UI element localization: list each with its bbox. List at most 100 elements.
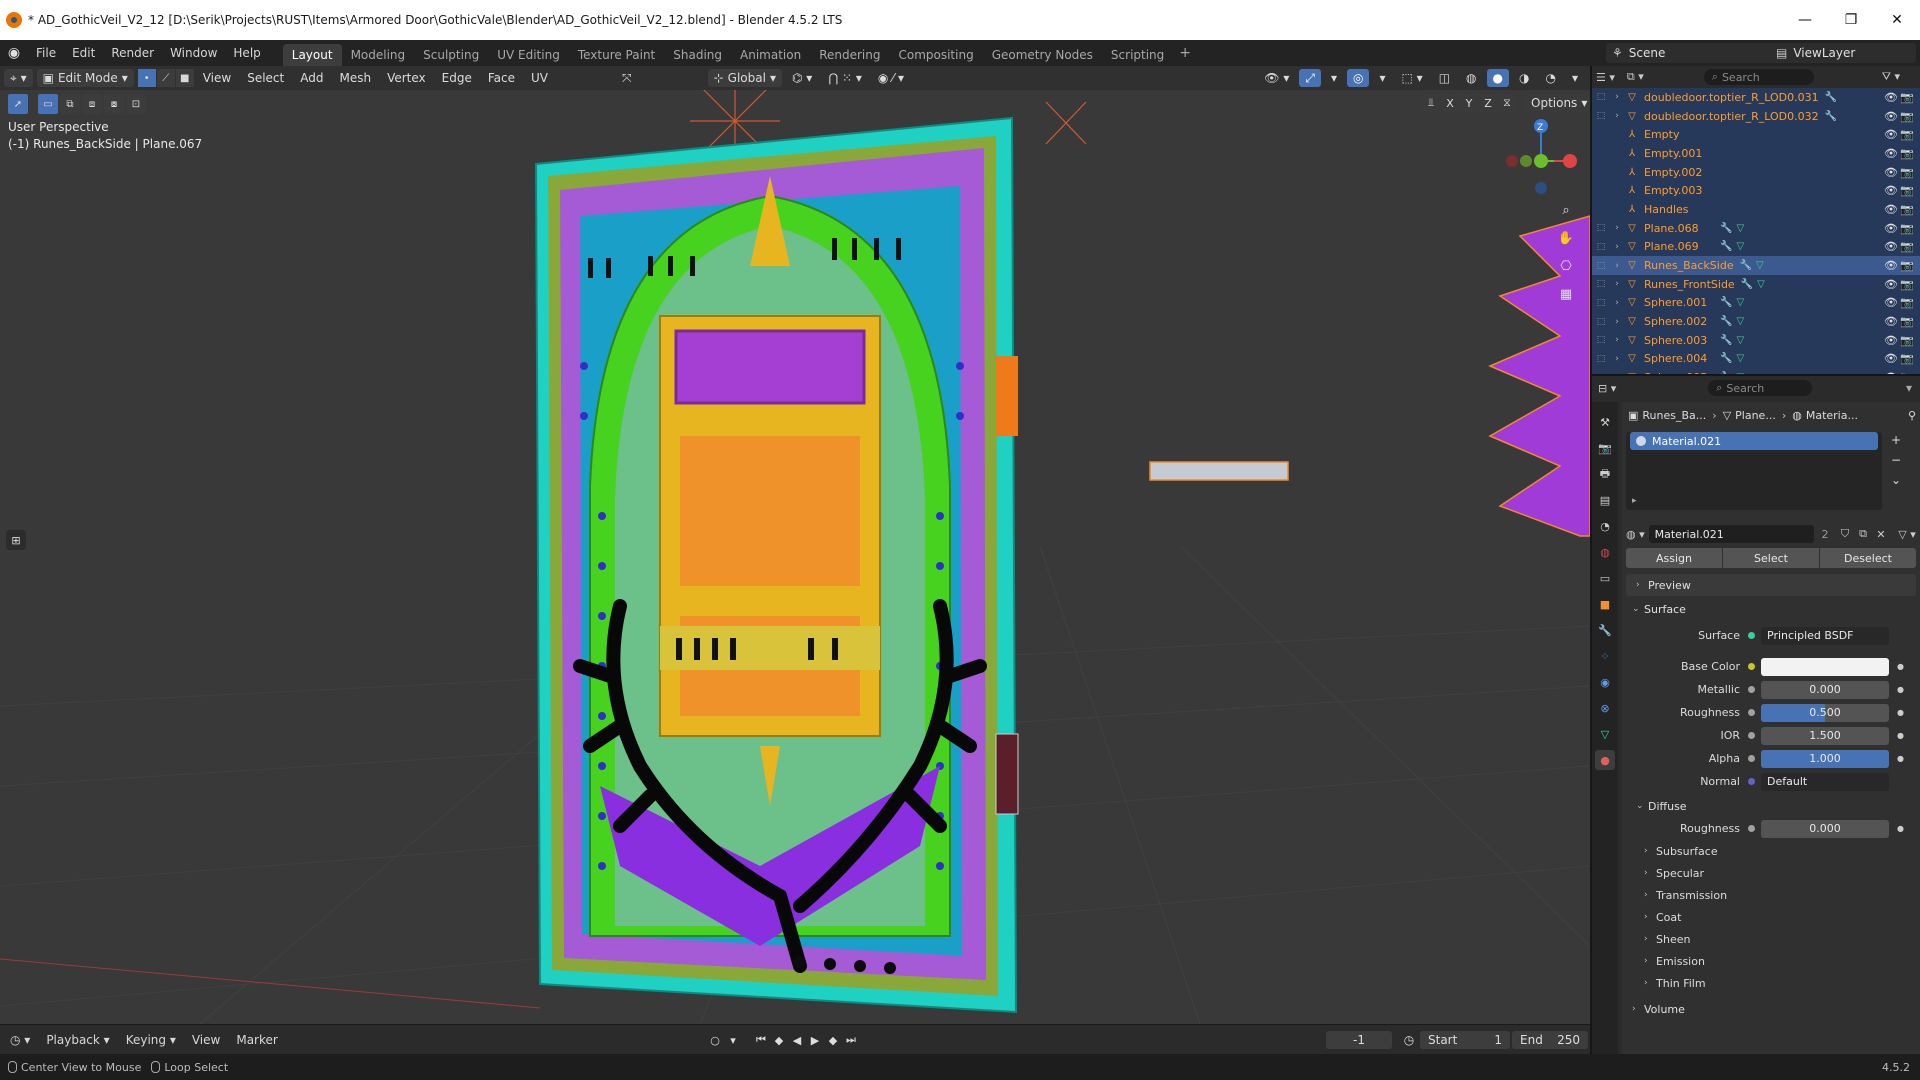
prop-value-field[interactable] (1761, 657, 1889, 676)
expand-arrow-icon[interactable]: › (1610, 354, 1624, 364)
expand-arrow-icon[interactable]: › (1610, 317, 1624, 327)
modifier-icon[interactable]: 🔧 (1825, 92, 1837, 103)
toolbar-toggle-icon[interactable]: ⊞ (6, 530, 26, 550)
keyframe-dot-icon[interactable]: ● (1897, 662, 1904, 671)
menu-help[interactable]: Help (225, 40, 268, 66)
menu-uv[interactable]: UV (523, 71, 556, 85)
mesh-data-icon[interactable]: ▽ (1736, 223, 1744, 234)
mirror-icon[interactable]: ⫫ (1422, 94, 1440, 112)
render-camera-icon[interactable]: 📷 (1900, 110, 1914, 123)
material-tab-icon[interactable]: ● (1595, 750, 1615, 770)
outliner-row[interactable]: ⬚ › ▽ Plane.068 🔧 ▽ 👁 📷 (1592, 219, 1920, 238)
outliner-row[interactable]: ⅄ Empty 👁 📷 (1592, 125, 1920, 144)
outliner-row[interactable]: ⬚ › ▽ Plane.069 🔧 ▽ 👁 📷 (1592, 238, 1920, 257)
mesh-data-icon[interactable]: ▽ (1736, 335, 1744, 346)
scene-render[interactable] (0, 66, 1590, 1024)
prop-value-field[interactable]: 0.500 (1761, 703, 1889, 722)
material-users-count[interactable]: 2 (1814, 528, 1836, 541)
auto-merge-icon[interactable]: ⧖ (1498, 94, 1516, 112)
minimize-button[interactable]: — (1782, 0, 1828, 40)
menu-select[interactable]: Select (239, 71, 292, 85)
properties-editor-icon[interactable]: ⊟ ▾ (1598, 382, 1616, 395)
material-name-field[interactable]: Material.021 (1648, 525, 1814, 543)
fake-user-icon[interactable]: ⛉ (1836, 527, 1854, 541)
workspace-tab-uv-editing[interactable]: UV Editing (488, 44, 569, 66)
edit-mode-toggle-icon[interactable]: ⬚ (1592, 92, 1610, 102)
filter-icon[interactable]: ⛛ ▾ (1882, 70, 1900, 84)
visibility-eye-icon[interactable]: 👁 (1884, 91, 1898, 104)
orientation-dropdown[interactable]: ⊹ Global ▾ (707, 69, 782, 87)
visibility-eye-icon[interactable]: 👁 (1884, 184, 1898, 197)
timeline-keying-menu[interactable]: Keying ▾ (118, 1033, 184, 1047)
expand-arrow-icon[interactable]: › (1610, 92, 1624, 102)
expand-arrow-icon[interactable]: › (1610, 298, 1624, 308)
workspace-tab-animation[interactable]: Animation (731, 44, 810, 66)
edit-mode-toggle-icon[interactable]: ⬚ (1592, 279, 1610, 289)
render-camera-icon[interactable]: 📷 (1900, 203, 1914, 216)
view-layer-tab-icon[interactable]: ▤ (1595, 490, 1615, 510)
visibility-eye-icon[interactable]: 👁 (1884, 334, 1898, 347)
outliner-row[interactable]: ⅄ Empty.001 👁 📷 (1592, 144, 1920, 163)
subpanel-sheen[interactable]: › Sheen (1622, 928, 1920, 950)
outliner-row[interactable]: ⬚ › ▽ Runes_FrontSide 🔧 ▽ 👁 📷 (1592, 275, 1920, 294)
render-camera-icon[interactable]: 📷 (1900, 147, 1914, 160)
camera-view-icon[interactable]: ⎔ (1554, 254, 1578, 278)
3d-viewport[interactable]: ⌖ ▾ ▣ Edit Mode ▾ • ⟋ ■ View Select Add … (0, 66, 1590, 1024)
transform-pivot-icon[interactable]: ⤧ (616, 69, 638, 87)
visibility-eye-icon[interactable]: 👁 (1884, 240, 1898, 253)
gizmo-dropdown-icon[interactable]: ▾ (1325, 69, 1343, 87)
viewlayer-field[interactable]: ▤ ViewLayer (1770, 43, 1916, 63)
edit-mode-toggle-icon[interactable]: ⬚ (1592, 354, 1610, 364)
outliner-item-name[interactable]: Plane.069 (1644, 240, 1714, 253)
breadcrumb-material[interactable]: Materia... (1806, 409, 1858, 422)
render-camera-icon[interactable]: 📷 (1900, 184, 1914, 197)
socket-icon[interactable] (1748, 755, 1755, 762)
expand-arrow-icon[interactable]: › (1610, 335, 1624, 345)
edit-mode-toggle-icon[interactable]: ⬚ (1592, 242, 1610, 252)
zoom-icon[interactable]: ⌕ (1554, 198, 1578, 222)
mesh-data-icon[interactable]: ▽ (1736, 297, 1744, 308)
outliner-row[interactable]: ⬚ › ▽ doubledoor.toptier_R_LOD0.031 🔧 👁 📷 (1592, 88, 1920, 107)
play-reverse-icon[interactable]: ◀ (788, 1031, 806, 1049)
pan-hand-icon[interactable]: ✋ (1554, 226, 1578, 250)
visibility-eye-icon[interactable]: 👁 (1884, 203, 1898, 216)
outliner-item-name[interactable]: Empty (1644, 128, 1714, 141)
editor-type-button[interactable]: ⌖ ▾ (4, 69, 33, 87)
socket-icon[interactable] (1748, 686, 1755, 693)
slot-menu-icon[interactable]: ⌄ (1888, 472, 1904, 488)
clock-icon[interactable]: ◷ (1400, 1031, 1418, 1049)
breadcrumb-mesh[interactable]: Plane... (1735, 409, 1776, 422)
outliner-item-name[interactable]: Handles (1644, 203, 1714, 216)
select-extend-icon[interactable]: ⧉ (60, 94, 80, 114)
socket-icon[interactable] (1748, 732, 1755, 739)
mesh-data-icon[interactable]: ▽ (1736, 241, 1744, 252)
outliner-item-name[interactable]: Sphere.004 (1644, 352, 1714, 365)
outliner-item-name[interactable]: Sphere.003 (1644, 334, 1714, 347)
outliner-row[interactable]: ⬚ › ▽ Runes_BackSide 🔧 ▽ 👁 📷 (1592, 256, 1920, 275)
menu-render[interactable]: Render (103, 40, 162, 66)
options-dropdown[interactable]: Options ▾ (1523, 94, 1590, 112)
surface-shader-field[interactable]: Principled BSDF (1761, 626, 1889, 645)
edit-mode-toggle-icon[interactable]: ⬚ (1592, 335, 1610, 345)
timeline-playback-menu[interactable]: Playback ▾ (38, 1033, 117, 1047)
render-camera-icon[interactable]: 📷 (1900, 222, 1914, 235)
prop-value-field[interactable]: Default (1761, 772, 1889, 791)
socket-icon[interactable] (1748, 663, 1755, 670)
deselect-button[interactable]: Deselect (1820, 548, 1916, 568)
diffuse-roughness-field[interactable]: 0.000 (1761, 819, 1889, 838)
mesh-data-icon[interactable]: ▽ (1757, 279, 1765, 290)
keyframe-dot-icon[interactable]: ● (1897, 731, 1904, 740)
modifier-icon[interactable]: 🔧 (1720, 316, 1732, 327)
keyframe-dot-icon[interactable]: ● (1897, 754, 1904, 763)
outliner-item-name[interactable]: Runes_FrontSide (1644, 278, 1735, 291)
workspace-tab-shading[interactable]: Shading (664, 44, 731, 66)
mesh-data-icon[interactable]: ▽ (1736, 316, 1744, 327)
assign-button[interactable]: Assign (1626, 548, 1722, 568)
edit-mode-toggle-icon[interactable]: ⬚ (1592, 317, 1610, 327)
mode-dropdown[interactable]: ▣ Edit Mode ▾ (36, 69, 134, 87)
edge-select-icon[interactable]: ⟋ (156, 69, 175, 87)
edit-mode-toggle-icon[interactable]: ⬚ (1592, 261, 1610, 271)
workspace-tab-compositing[interactable]: Compositing (889, 44, 982, 66)
workspace-tab-rendering[interactable]: Rendering (810, 44, 889, 66)
maximize-button[interactable]: ❐ (1828, 0, 1874, 40)
